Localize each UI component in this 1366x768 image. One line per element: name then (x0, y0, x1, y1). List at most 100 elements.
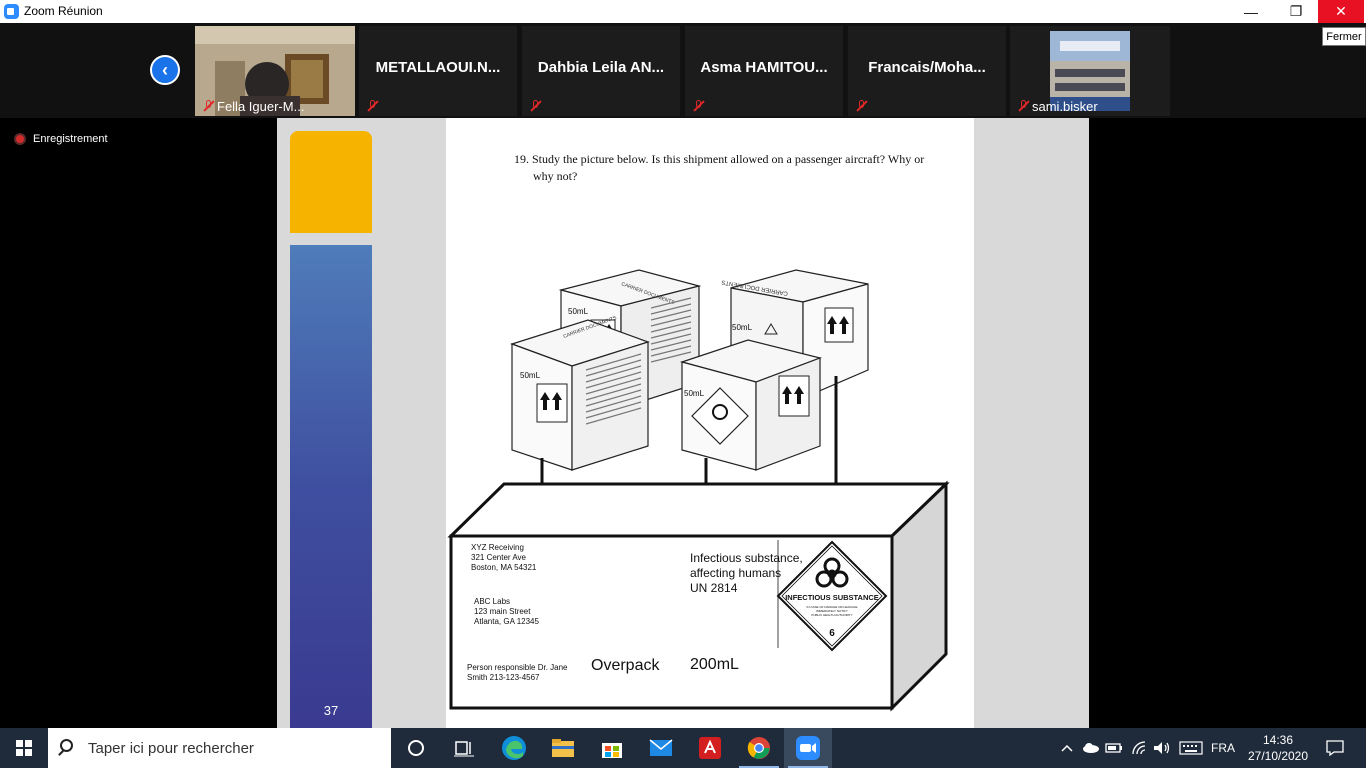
shipment-illustration: 50mL CARRIER DOCUMENTS 50mL CARRIER DOCU… (447, 269, 950, 712)
acrobat-icon (699, 737, 721, 759)
box-volume-label: 50mL (684, 389, 705, 398)
participant-name: Fella Iguer-M... (217, 99, 305, 114)
box-volume-label: 50mL (568, 307, 589, 316)
title-bar: Zoom Réunion — ❐ ✕ (0, 0, 1366, 23)
slide-yellow-bar (290, 131, 372, 233)
diamond-fine-print: PUBLIC HEALTH AUTHORITY (811, 613, 852, 617)
person-responsible-line: Smith 213-123-4567 (467, 673, 540, 682)
zoom-app-icon (4, 4, 19, 19)
edge-taskbar-button[interactable] (490, 728, 538, 768)
start-button[interactable] (0, 728, 48, 768)
gallery-prev-button[interactable]: ‹ (150, 55, 180, 85)
diamond-title: INFECTIOUS SUBSTANCE (785, 593, 879, 602)
hazard-line: UN 2814 (690, 581, 738, 595)
battery-tray-button[interactable] (1103, 728, 1125, 768)
receiver-line: XYZ Receiving (471, 543, 524, 552)
cortana-icon (408, 740, 424, 756)
cortana-button[interactable] (392, 728, 440, 768)
keyboard-tray-button[interactable] (1177, 728, 1205, 768)
battery-icon (1105, 743, 1122, 753)
recording-dot-icon (14, 133, 26, 145)
zoom-icon (796, 736, 820, 760)
sender-line: 123 main Street (474, 607, 531, 616)
window-title: Zoom Réunion (24, 4, 103, 18)
hazard-line: Infectious substance, (690, 551, 803, 565)
wifi-icon (1132, 741, 1146, 755)
close-tooltip: Fermer (1322, 27, 1366, 46)
box-volume-label: 50mL (520, 371, 541, 380)
mail-icon (649, 739, 673, 756)
sender-line: ABC Labs (474, 597, 510, 606)
close-button[interactable]: ✕ (1318, 0, 1364, 23)
cloud-icon (1083, 743, 1099, 753)
speaker-icon (1154, 742, 1170, 754)
participant-tile-video[interactable]: sami.bisker (1010, 26, 1170, 116)
language-indicator[interactable]: FRA (1208, 728, 1238, 768)
document-page: 19. Study the picture below. Is this shi… (446, 118, 974, 728)
task-view-icon (454, 741, 474, 757)
volume-tray-button[interactable] (1151, 728, 1173, 768)
person-responsible-line: Person responsible Dr. Jane (467, 663, 568, 672)
edge-icon (502, 736, 526, 760)
zoom-taskbar-button[interactable] (784, 728, 832, 768)
question-text: 19. Study the picture below. Is this shi… (514, 151, 954, 185)
participant-name: METALLAOUI.N... (375, 59, 501, 76)
participant-name: sami.bisker (1032, 99, 1098, 114)
slide-page-number: 37 (323, 703, 339, 718)
receiver-line: 321 Center Ave (471, 553, 527, 562)
participant-tile[interactable]: Francais/Moha... (848, 26, 1006, 116)
file-explorer-taskbar-button[interactable] (539, 728, 587, 768)
chevron-left-icon: ‹ (162, 59, 168, 80)
chevron-up-icon (1061, 744, 1073, 752)
muted-mic-icon (1018, 100, 1030, 112)
slide-blue-bar (290, 245, 372, 728)
windows-taskbar: Taper ici pour rechercher FRA 14:36 27/1… (0, 728, 1366, 768)
box-volume-label: 50mL (732, 323, 753, 332)
acrobat-taskbar-button[interactable] (686, 728, 734, 768)
mail-taskbar-button[interactable] (637, 728, 685, 768)
overpack-volume: 200mL (690, 656, 739, 673)
folder-icon (552, 739, 574, 757)
taskbar-clock[interactable]: 14:36 27/10/2020 (1238, 732, 1318, 764)
inner-box-front-right: 50mL (679, 339, 823, 471)
muted-mic-icon (693, 100, 705, 112)
diamond-class: 6 (829, 628, 835, 639)
action-center-button[interactable] (1320, 728, 1350, 768)
store-taskbar-button[interactable] (588, 728, 636, 768)
task-view-button[interactable] (440, 728, 488, 768)
sender-line: Atlanta, GA 12345 (474, 617, 539, 626)
receiver-line: Boston, MA 54321 (471, 563, 537, 572)
muted-mic-icon (530, 100, 542, 112)
onedrive-tray-button[interactable] (1080, 728, 1102, 768)
restore-button[interactable]: ❐ (1273, 0, 1319, 23)
question-line-1: 19. Study the picture below. Is this shi… (514, 152, 925, 166)
participant-tile[interactable]: Asma HAMITOU... (685, 26, 843, 116)
show-hidden-icons-button[interactable] (1056, 728, 1078, 768)
store-icon (602, 743, 622, 758)
hazard-line: affecting humans (690, 566, 781, 580)
inner-box-front-left: 50mL CARRIER DOCUMENTS (510, 315, 650, 471)
question-line-2: why not? (533, 169, 578, 183)
participant-name: Dahbia Leila AN... (537, 59, 665, 76)
chrome-taskbar-button[interactable] (735, 728, 783, 768)
recording-label: Enregistrement (33, 133, 108, 145)
participant-tile-video[interactable]: Fella Iguer-M... (195, 26, 355, 116)
participant-name: Asma HAMITOU... (700, 59, 828, 76)
search-placeholder: Taper ici pour rechercher (88, 740, 254, 757)
clock-time: 14:36 (1262, 733, 1294, 747)
taskbar-search-box[interactable]: Taper ici pour rechercher (48, 728, 391, 768)
participant-tile[interactable]: METALLAOUI.N... (359, 26, 517, 116)
keyboard-icon (1179, 741, 1203, 755)
muted-mic-icon (203, 100, 215, 112)
clock-date: 27/10/2020 (1247, 749, 1309, 763)
chrome-icon (747, 737, 770, 759)
notification-icon (1326, 740, 1344, 756)
minimize-button[interactable]: — (1228, 0, 1274, 23)
windows-logo-icon (16, 740, 32, 756)
recording-indicator[interactable]: Enregistrement (14, 133, 108, 145)
overpack-label: Overpack (591, 657, 660, 674)
search-icon (60, 739, 73, 752)
shared-screen: 37 19. Study the picture below. Is this … (226, 118, 1140, 728)
network-tray-button[interactable] (1128, 728, 1150, 768)
participant-tile[interactable]: Dahbia Leila AN... (522, 26, 680, 116)
